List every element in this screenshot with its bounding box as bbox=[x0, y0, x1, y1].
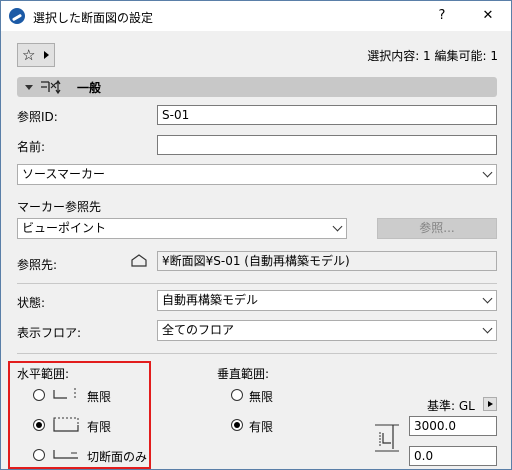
status-label: 状態: bbox=[17, 296, 46, 310]
base-level-menu-button[interactable] bbox=[483, 397, 497, 411]
vertical-range-label: 垂直範囲: bbox=[217, 367, 270, 381]
marker-type-dropdown[interactable]: ソースマーカー bbox=[17, 164, 497, 185]
app-logo-icon bbox=[9, 8, 25, 24]
base-level-label: 基準: GL bbox=[427, 399, 475, 413]
status-value: 自動再構築モデル bbox=[162, 293, 259, 307]
ref-id-field[interactable]: S-01 bbox=[157, 105, 497, 125]
ref-target-field: ¥断面図¥S-01 (自動再構築モデル) bbox=[157, 251, 497, 271]
chevron-down-icon bbox=[482, 293, 493, 304]
vertical-option-finite[interactable]: 有限 bbox=[249, 418, 273, 435]
section-marker-icon bbox=[41, 79, 61, 95]
help-button[interactable]: ? bbox=[427, 5, 457, 27]
settings-dialog: 選択した断面図の設定 ? ✕ ☆ 選択内容: 1 編集可能: 1 一般 参照ID… bbox=[0, 0, 512, 470]
vertical-finite-radio[interactable] bbox=[231, 419, 243, 431]
home-icon bbox=[131, 254, 147, 267]
floor-value: 全てのフロア bbox=[162, 323, 235, 337]
horizontal-finite-radio[interactable] bbox=[33, 419, 45, 431]
marker-ref-value: ビューポイント bbox=[22, 221, 107, 235]
name-label: 名前: bbox=[17, 140, 46, 154]
status-dropdown[interactable]: 自動再構築モデル bbox=[157, 290, 497, 311]
ref-id-label: 参照ID: bbox=[17, 110, 58, 124]
horizontal-infinite-radio[interactable] bbox=[33, 389, 45, 401]
vertical-range-icon bbox=[375, 424, 399, 452]
bottom-elevation-field[interactable]: 0.0 bbox=[409, 446, 497, 466]
section-title: 一般 bbox=[77, 81, 102, 95]
floor-label: 表示フロア: bbox=[17, 326, 82, 340]
collapse-caret-icon[interactable] bbox=[25, 85, 33, 90]
star-icon: ☆ bbox=[22, 46, 36, 64]
top-elevation-field[interactable]: 3000.0 bbox=[409, 416, 497, 436]
divider bbox=[17, 283, 497, 284]
chevron-down-icon bbox=[482, 323, 493, 334]
marker-ref-label: マーカー参照先 bbox=[17, 200, 102, 214]
arrow-right-icon bbox=[44, 51, 49, 59]
horizontal-option-infinite[interactable]: 無限 bbox=[87, 388, 111, 405]
name-field[interactable] bbox=[157, 135, 497, 155]
marker-ref-dropdown[interactable]: ビューポイント bbox=[17, 218, 347, 239]
dialog-content: ☆ 選択内容: 1 編集可能: 1 一般 参照ID: S-01 名前: ソースマ… bbox=[1, 31, 511, 469]
title-bar: 選択した断面図の設定 ? ✕ bbox=[1, 1, 511, 31]
selection-info: 選択内容: 1 編集可能: 1 bbox=[367, 49, 498, 63]
infinite-range-icon bbox=[53, 388, 76, 400]
browse-button[interactable]: 参照... bbox=[377, 218, 497, 239]
horizontal-option-cut-only[interactable]: 切断面のみ bbox=[87, 448, 147, 465]
floor-dropdown[interactable]: 全てのフロア bbox=[157, 320, 497, 341]
chevron-down-icon bbox=[332, 221, 343, 232]
ref-target-label: 参照先: bbox=[17, 258, 58, 272]
vertical-option-infinite[interactable]: 無限 bbox=[249, 388, 273, 405]
close-button[interactable]: ✕ bbox=[473, 5, 503, 27]
horizontal-option-finite[interactable]: 有限 bbox=[87, 418, 111, 435]
general-section-header[interactable]: 一般 bbox=[17, 77, 497, 97]
marker-type-value: ソースマーカー bbox=[22, 167, 106, 181]
divider bbox=[17, 353, 497, 354]
horizontal-cut-only-radio[interactable] bbox=[33, 449, 45, 461]
horizontal-range-label: 水平範囲: bbox=[17, 367, 70, 381]
dialog-title: 選択した断面図の設定 bbox=[33, 11, 154, 25]
vertical-infinite-radio[interactable] bbox=[231, 389, 243, 401]
favorites-button[interactable]: ☆ bbox=[17, 43, 55, 67]
chevron-down-icon bbox=[482, 167, 493, 178]
cut-plane-icon bbox=[53, 450, 78, 459]
finite-range-icon bbox=[53, 417, 79, 432]
